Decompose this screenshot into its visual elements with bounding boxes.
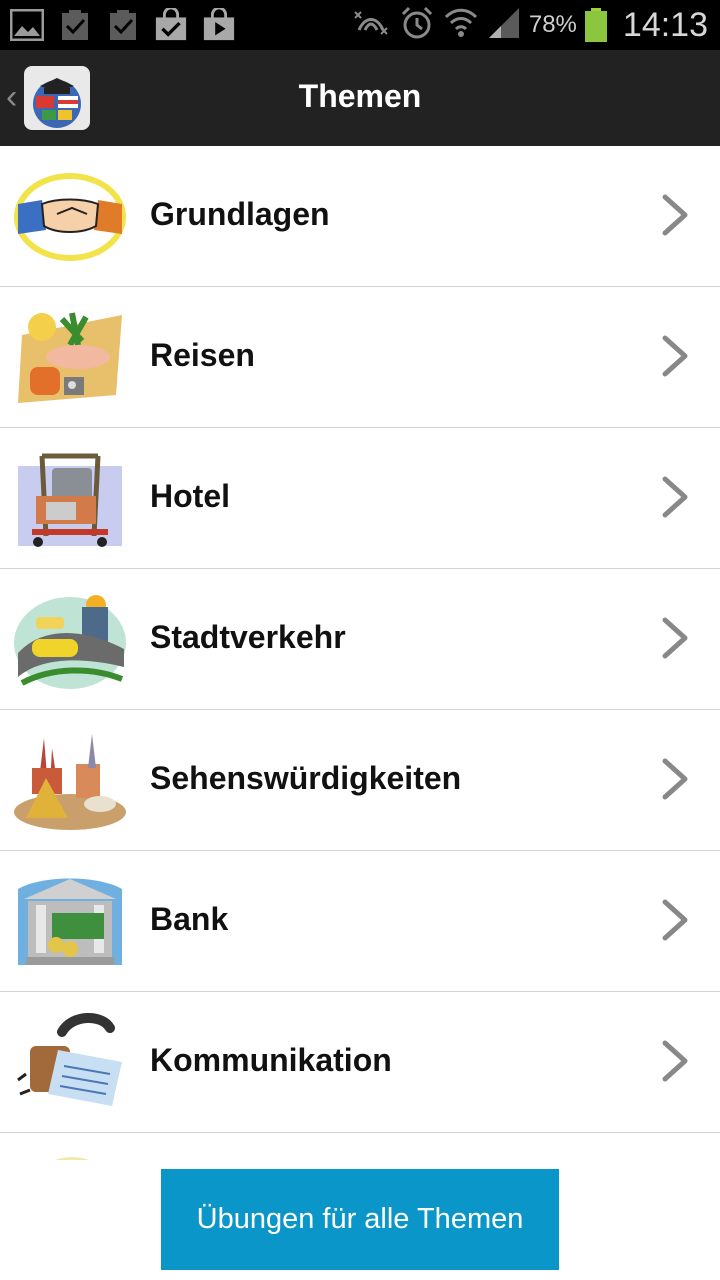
list-item[interactable]: Bank <box>0 851 720 992</box>
nfc-icon <box>351 8 391 42</box>
partial-topic-icon <box>12 1145 128 1160</box>
bank-icon <box>12 869 128 975</box>
gallery-icon <box>10 8 44 42</box>
topic-label: Kommunikation <box>150 1042 392 1078</box>
page-title: Themen <box>298 78 422 114</box>
action-bar: ‹ Themen <box>0 50 720 146</box>
play-store-icon <box>202 8 236 42</box>
status-bar: 78% 14:13 <box>0 0 720 50</box>
system-icons: 78% 14:13 <box>351 0 708 50</box>
topic-label: Grundlagen <box>150 196 330 232</box>
chevron-right-icon <box>660 476 690 518</box>
shopping-bag-check-icon <box>154 8 188 42</box>
signal-icon <box>487 6 521 44</box>
luggage-cart-icon <box>12 446 128 552</box>
list-item[interactable]: Sehenswürdigkeiten <box>0 710 720 851</box>
chevron-right-icon <box>660 617 690 659</box>
topic-label: Reisen <box>150 337 255 373</box>
list-item[interactable]: Reisen <box>0 287 720 428</box>
list-item[interactable]: Stadtverkehr <box>0 569 720 710</box>
topic-list: Grundlagen Reisen Hotel Stadtverkehr Seh… <box>0 146 720 1160</box>
wifi-icon <box>443 5 479 45</box>
telephone-icon <box>12 1010 128 1116</box>
travel-icon <box>12 305 128 411</box>
list-item[interactable]: Grundlagen <box>0 146 720 287</box>
alarm-icon <box>399 5 435 45</box>
list-item-partial[interactable] <box>0 1133 720 1160</box>
chevron-right-icon <box>660 335 690 377</box>
list-item[interactable]: Hotel <box>0 428 720 569</box>
handshake-icon <box>12 164 128 270</box>
check-clipboard-icon <box>58 8 92 42</box>
check-clipboard-icon <box>106 8 140 42</box>
topic-label: Hotel <box>150 478 230 514</box>
battery-percentage: 78% <box>528 11 577 38</box>
all-topics-exercises-button[interactable]: Übungen für alle Themen <box>161 1169 559 1270</box>
topic-label: Sehenswürdigkeiten <box>150 760 462 796</box>
list-item[interactable]: Kommunikation <box>0 992 720 1133</box>
battery-icon <box>584 8 607 42</box>
topic-label: Stadtverkehr <box>150 619 346 655</box>
chevron-right-icon <box>660 899 690 941</box>
city-traffic-icon <box>12 587 128 693</box>
bottom-bar: Übungen für alle Themen <box>0 1160 720 1280</box>
clock: 14:13 <box>622 5 708 44</box>
landmarks-icon <box>12 728 128 834</box>
chevron-right-icon <box>660 1040 690 1082</box>
notification-icons <box>10 6 236 44</box>
chevron-right-icon <box>660 758 690 800</box>
topic-label: Bank <box>150 901 229 937</box>
chevron-right-icon <box>660 194 690 236</box>
